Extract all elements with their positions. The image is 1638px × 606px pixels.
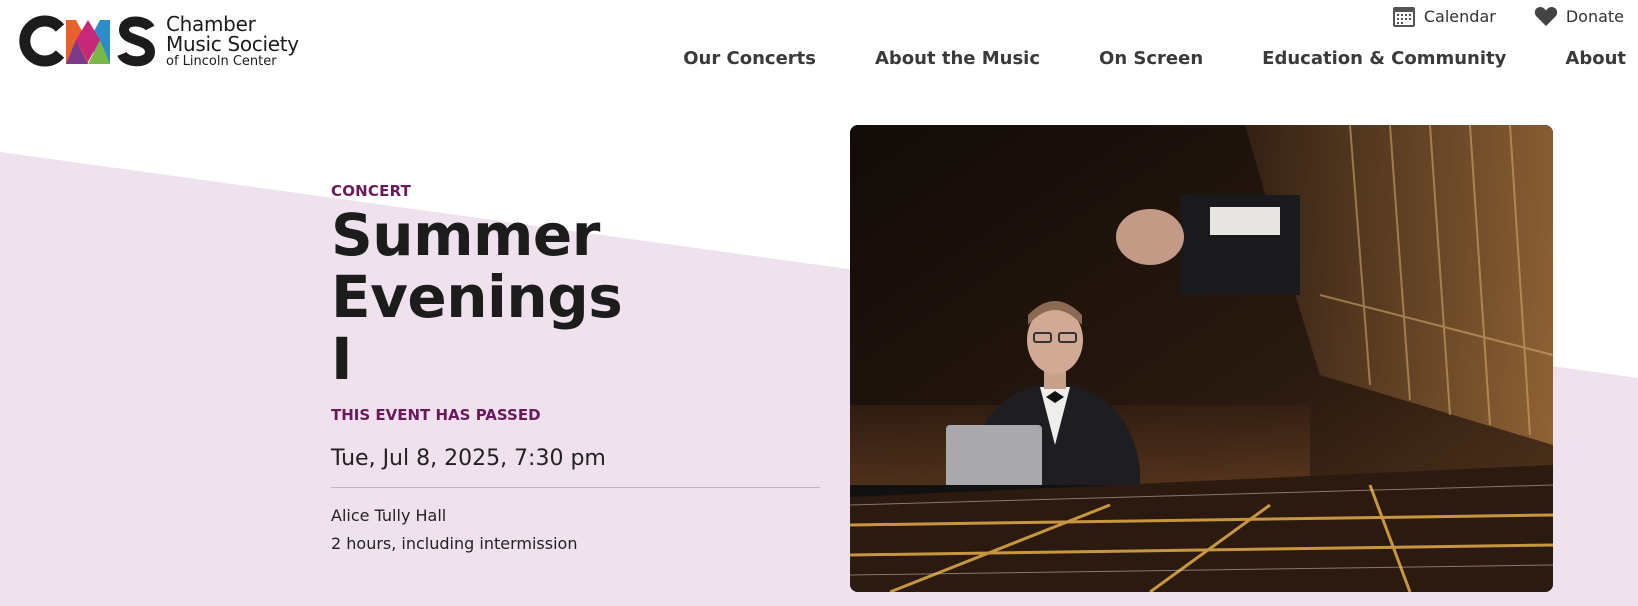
logo-line-chamber: Chamber [166,12,256,36]
nav-item-on-screen[interactable]: On Screen [1099,48,1203,69]
nav-item-about-the-music[interactable]: About the Music [875,48,1040,69]
pianist-photo-illustration [850,125,1553,592]
cms-logo-mark [19,15,156,67]
event-title-line2: I [331,325,353,393]
event-datetime: Tue, Jul 8, 2025, 7:30 pm [331,446,606,471]
donate-link[interactable]: Donate [1534,5,1624,27]
cms-logo[interactable]: Chamber Music Society of Lincoln Center [18,14,299,68]
main-nav: Our Concerts About the Music On Screen E… [683,48,1626,69]
event-duration: 2 hours, including intermission [331,534,578,553]
calendar-label: Calendar [1423,6,1496,26]
calendar-link[interactable]: Calendar [1392,4,1496,28]
logo-line-music-society: Music Society [166,32,299,56]
logo-line-lincoln-center: of Lincoln Center [166,54,277,69]
nav-item-about[interactable]: About [1565,48,1626,69]
calendar-icon [1392,7,1415,27]
heart-icon [1534,6,1557,26]
event-title-line1: Summer Evenings [331,201,623,331]
logo-wordmark: Chamber Music Society of Lincoln Center [166,14,299,68]
event-venue: Alice Tully Hall [331,506,447,525]
utility-nav: Calendar Donate [1392,4,1624,28]
event-photo [850,125,1553,592]
divider [331,487,820,488]
donate-label: Donate [1565,6,1624,26]
nav-item-our-concerts[interactable]: Our Concerts [683,48,816,69]
event-details: CONCERT Summer Evenings I THIS EVENT HAS… [331,182,821,553]
nav-item-education-community[interactable]: Education & Community [1262,48,1506,69]
event-title: Summer Evenings I [331,204,821,390]
event-status: THIS EVENT HAS PASSED [331,406,541,424]
event-type-label: CONCERT [331,182,412,200]
